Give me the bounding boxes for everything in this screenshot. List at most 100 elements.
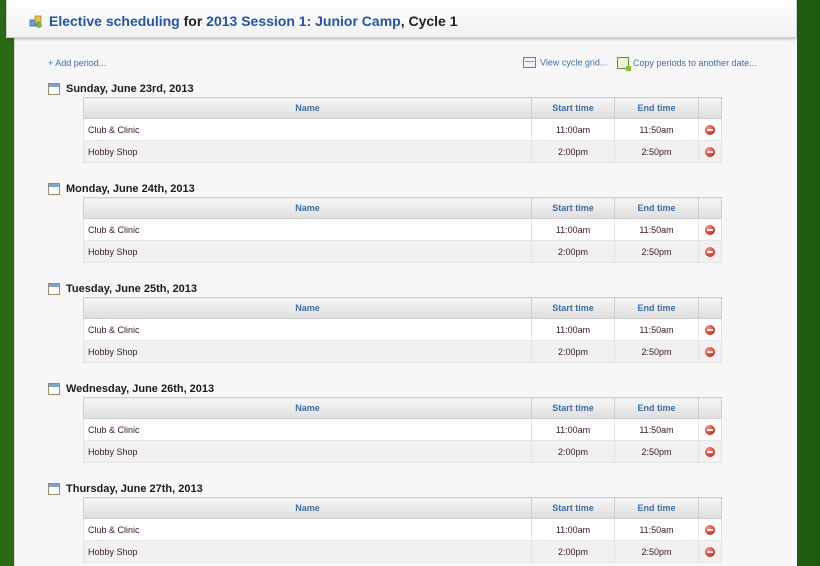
day-header: Sunday, June 23rd, 2013 bbox=[48, 80, 194, 95]
day-title: Monday, June 24th, 2013 bbox=[66, 182, 195, 195]
period-name[interactable]: Club & Clinic bbox=[83, 118, 532, 141]
period-end: 11:50am bbox=[614, 318, 699, 341]
copy-periods-label: Copy periods to another date... bbox=[633, 58, 757, 68]
delete-icon[interactable] bbox=[705, 424, 715, 435]
column-header-start-time[interactable]: Start time bbox=[531, 497, 615, 519]
period-name[interactable]: Club & Clinic bbox=[83, 218, 532, 241]
session-link[interactable]: 2013 Session 1: Junior Camp bbox=[206, 13, 401, 29]
day-title: Wednesday, June 26th, 2013 bbox=[66, 382, 215, 395]
periods-table: Name Start time End time Club & Clinic 1… bbox=[83, 97, 722, 163]
period-start: 11:00am bbox=[531, 118, 615, 141]
column-header-end-time[interactable]: End time bbox=[614, 497, 699, 519]
add-period-link[interactable]: + Add period... bbox=[48, 58, 106, 68]
period-start: 2:00pm bbox=[531, 240, 615, 263]
action-bar: + Add period... View cycle grid... Copy … bbox=[15, 57, 797, 72]
period-name[interactable]: Club & Clinic bbox=[83, 318, 532, 341]
table-row[interactable]: Club & Clinic 11:00am 11:50am bbox=[83, 418, 722, 441]
view-cycle-grid-label: View cycle grid... bbox=[540, 57, 608, 68]
delete-cell bbox=[698, 340, 722, 363]
delete-cell bbox=[698, 440, 722, 463]
calendar-icon bbox=[48, 82, 60, 95]
period-start: 11:00am bbox=[531, 518, 615, 541]
calendar-icon bbox=[48, 482, 60, 495]
delete-icon[interactable] bbox=[705, 324, 715, 335]
calendar-icon bbox=[48, 382, 60, 395]
delete-icon[interactable] bbox=[705, 524, 715, 535]
copy-periods-link[interactable]: Copy periods to another date... bbox=[617, 57, 757, 71]
column-header-actions bbox=[698, 397, 722, 419]
column-header-name[interactable]: Name bbox=[83, 97, 532, 119]
period-name[interactable]: Club & Clinic bbox=[83, 418, 532, 441]
day-header: Thursday, June 27th, 2013 bbox=[48, 480, 203, 495]
copy-icon bbox=[617, 57, 631, 71]
table-row[interactable]: Hobby Shop 2:00pm 2:50pm bbox=[83, 240, 722, 263]
period-end: 2:50pm bbox=[614, 240, 699, 263]
delete-icon[interactable] bbox=[705, 246, 715, 257]
delete-icon[interactable] bbox=[705, 146, 715, 157]
day-header: Tuesday, June 25th, 2013 bbox=[48, 280, 197, 295]
table-row[interactable]: Hobby Shop 2:00pm 2:50pm bbox=[83, 140, 722, 163]
column-header-start-time[interactable]: Start time bbox=[531, 97, 615, 119]
period-start: 11:00am bbox=[531, 418, 615, 441]
column-header-name[interactable]: Name bbox=[83, 197, 532, 219]
periods-table: Name Start time End time Club & Clinic 1… bbox=[83, 497, 722, 563]
period-name[interactable]: Hobby Shop bbox=[83, 240, 532, 263]
period-end: 2:50pm bbox=[614, 140, 699, 163]
table-row[interactable]: Hobby Shop 2:00pm 2:50pm bbox=[83, 340, 722, 363]
day-header: Wednesday, June 26th, 2013 bbox=[48, 380, 215, 395]
view-cycle-grid-link[interactable]: View cycle grid... bbox=[523, 57, 608, 69]
period-start: 11:00am bbox=[531, 318, 615, 341]
table-row[interactable]: Club & Clinic 11:00am 11:50am bbox=[83, 218, 722, 241]
period-start: 11:00am bbox=[531, 218, 615, 241]
table-row[interactable]: Club & Clinic 11:00am 11:50am bbox=[83, 518, 722, 541]
column-header-actions bbox=[698, 97, 722, 119]
period-name[interactable]: Hobby Shop bbox=[83, 440, 532, 463]
title-for: for bbox=[179, 13, 207, 29]
calendar-icon bbox=[48, 182, 60, 195]
column-header-end-time[interactable]: End time bbox=[614, 197, 699, 219]
period-end: 11:50am bbox=[614, 118, 699, 141]
day-title: Thursday, June 27th, 2013 bbox=[66, 482, 203, 495]
period-end: 11:50am bbox=[614, 518, 699, 541]
column-header-name[interactable]: Name bbox=[83, 297, 532, 319]
column-header-name[interactable]: Name bbox=[83, 497, 532, 519]
column-header-actions bbox=[698, 297, 722, 319]
period-name[interactable]: Hobby Shop bbox=[83, 340, 532, 363]
delete-cell bbox=[698, 118, 722, 141]
delete-cell bbox=[698, 318, 722, 341]
column-header-start-time[interactable]: Start time bbox=[531, 197, 615, 219]
page-title: Elective scheduling for 2013 Session 1: … bbox=[49, 13, 458, 29]
column-header-name[interactable]: Name bbox=[83, 397, 532, 419]
delete-cell bbox=[698, 418, 722, 441]
title-cycle: , Cycle 1 bbox=[400, 13, 458, 29]
delete-icon[interactable] bbox=[705, 124, 715, 135]
period-end: 2:50pm bbox=[614, 340, 699, 363]
table-row[interactable]: Club & Clinic 11:00am 11:50am bbox=[83, 118, 722, 141]
delete-cell bbox=[698, 518, 722, 541]
delete-icon[interactable] bbox=[705, 224, 715, 235]
grid-icon bbox=[523, 57, 536, 69]
day-title: Sunday, June 23rd, 2013 bbox=[66, 82, 194, 95]
column-header-start-time[interactable]: Start time bbox=[531, 297, 615, 319]
table-row[interactable]: Club & Clinic 11:00am 11:50am bbox=[83, 318, 722, 341]
calendar-icon bbox=[48, 282, 60, 295]
column-header-end-time[interactable]: End time bbox=[614, 397, 699, 419]
delete-cell bbox=[698, 140, 722, 163]
content-panel: + Add period... View cycle grid... Copy … bbox=[14, 36, 797, 566]
period-name[interactable]: Hobby Shop bbox=[83, 140, 532, 163]
elective-scheduling-icon bbox=[29, 15, 42, 28]
column-header-end-time[interactable]: End time bbox=[614, 97, 699, 119]
column-header-start-time[interactable]: Start time bbox=[531, 397, 615, 419]
elective-scheduling-link[interactable]: Elective scheduling bbox=[49, 13, 180, 29]
period-start: 2:00pm bbox=[531, 340, 615, 363]
column-header-end-time[interactable]: End time bbox=[614, 297, 699, 319]
table-row[interactable]: Hobby Shop 2:00pm 2:50pm bbox=[83, 440, 722, 463]
delete-icon[interactable] bbox=[705, 346, 715, 357]
periods-table: Name Start time End time Club & Clinic 1… bbox=[83, 197, 722, 263]
period-end: 11:50am bbox=[614, 418, 699, 441]
periods-table: Name Start time End time Club & Clinic 1… bbox=[83, 397, 722, 463]
period-start: 2:00pm bbox=[531, 440, 615, 463]
period-end: 2:50pm bbox=[614, 440, 699, 463]
delete-icon[interactable] bbox=[705, 446, 715, 457]
period-name[interactable]: Club & Clinic bbox=[83, 518, 532, 541]
